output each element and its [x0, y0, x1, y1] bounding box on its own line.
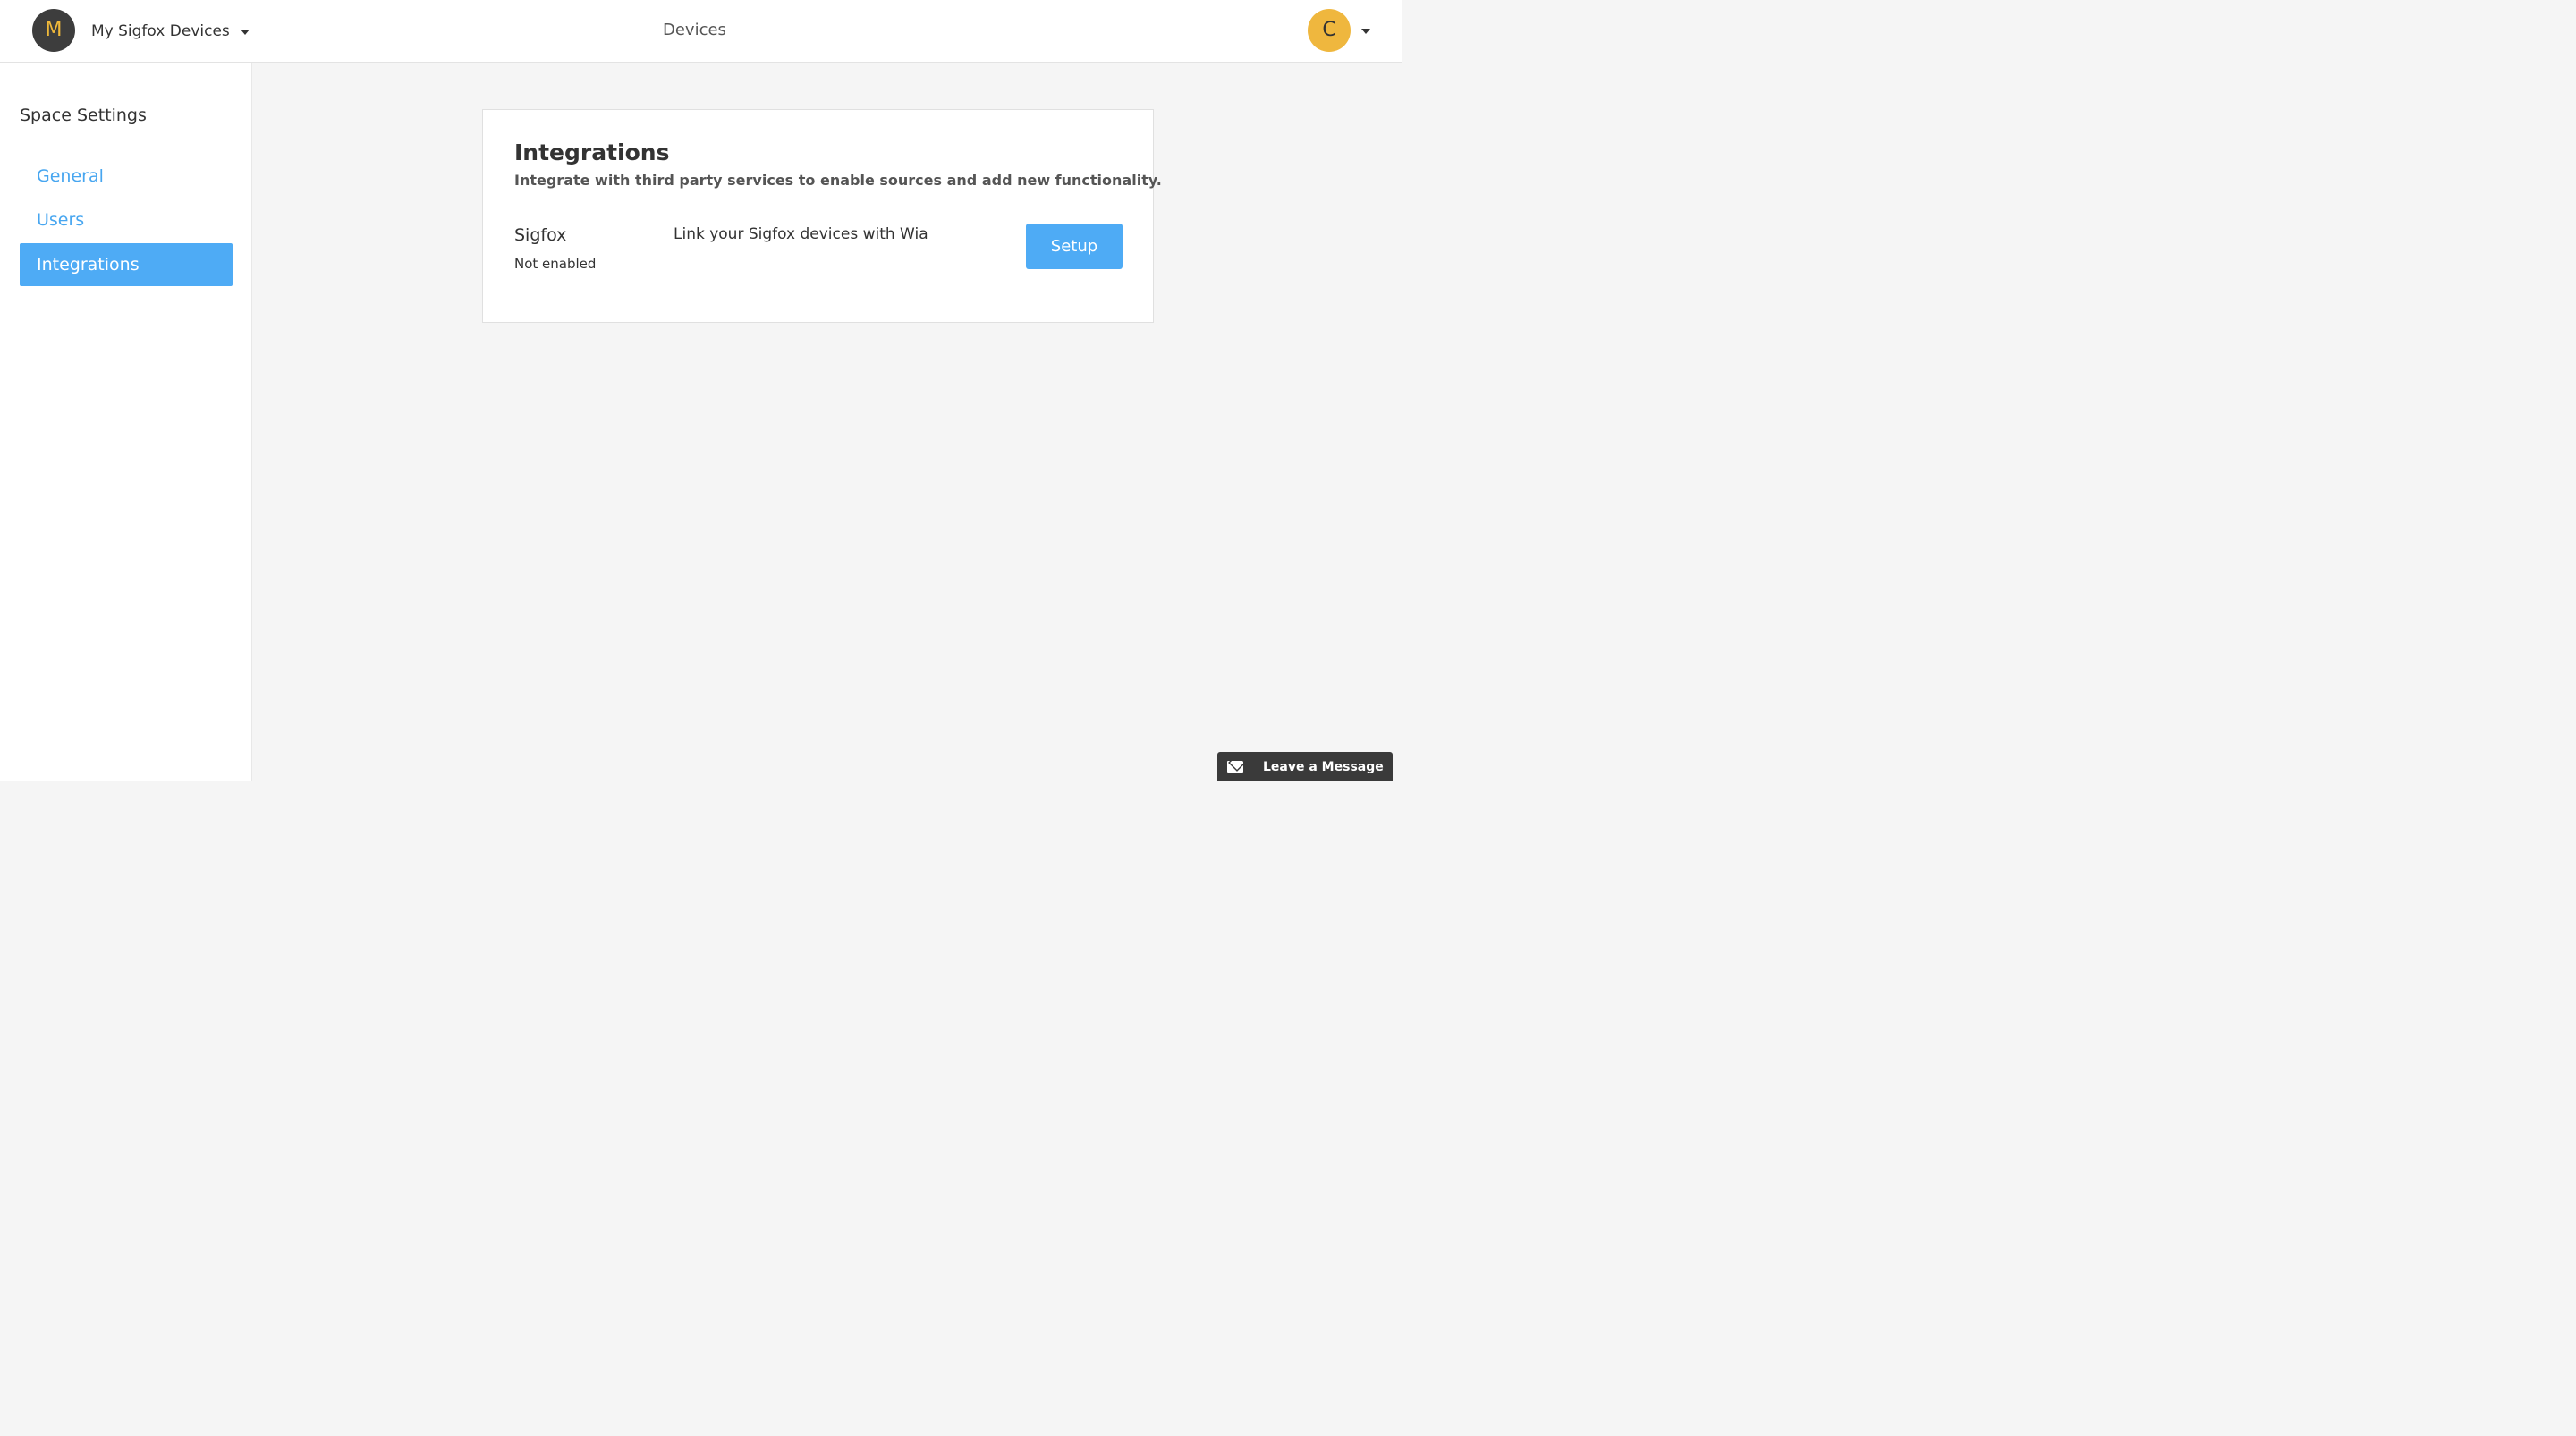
sidebar-title: Space Settings — [20, 106, 147, 125]
integration-name: Sigfox — [514, 225, 567, 245]
chevron-down-icon — [240, 30, 250, 35]
top-bar: M My Sigfox Devices Devices C — [0, 0, 1402, 63]
user-avatar: C — [1308, 9, 1351, 52]
sidebar-item-integrations[interactable]: Integrations — [20, 243, 233, 286]
nav-devices-link[interactable]: Devices — [663, 21, 726, 39]
chevron-down-icon — [1361, 29, 1370, 34]
page: M My Sigfox Devices Devices C Space Sett… — [0, 0, 1402, 781]
user-menu[interactable]: C — [1308, 8, 1370, 53]
leave-message-widget[interactable]: Leave a Message — [1217, 752, 1393, 781]
page-subtitle: Integrate with third party services to e… — [514, 172, 1162, 189]
page-title: Integrations — [514, 139, 670, 165]
integrations-card: Integrations Integrate with third party … — [482, 109, 1162, 323]
sidebar-item-users[interactable]: Users — [20, 199, 233, 241]
sidebar-item-general[interactable]: General — [20, 155, 233, 198]
space-avatar[interactable]: M — [32, 9, 75, 52]
mail-icon — [1227, 761, 1243, 773]
integration-status: Not enabled — [514, 256, 597, 272]
sidebar: Space Settings General Users Integration… — [0, 63, 252, 781]
integration-description: Link your Sigfox devices with Wia — [674, 225, 928, 243]
setup-button[interactable]: Setup — [1026, 224, 1123, 269]
space-switcher[interactable]: My Sigfox Devices — [91, 20, 250, 43]
space-name: My Sigfox Devices — [91, 22, 230, 40]
leave-message-label: Leave a Message — [1263, 759, 1384, 774]
